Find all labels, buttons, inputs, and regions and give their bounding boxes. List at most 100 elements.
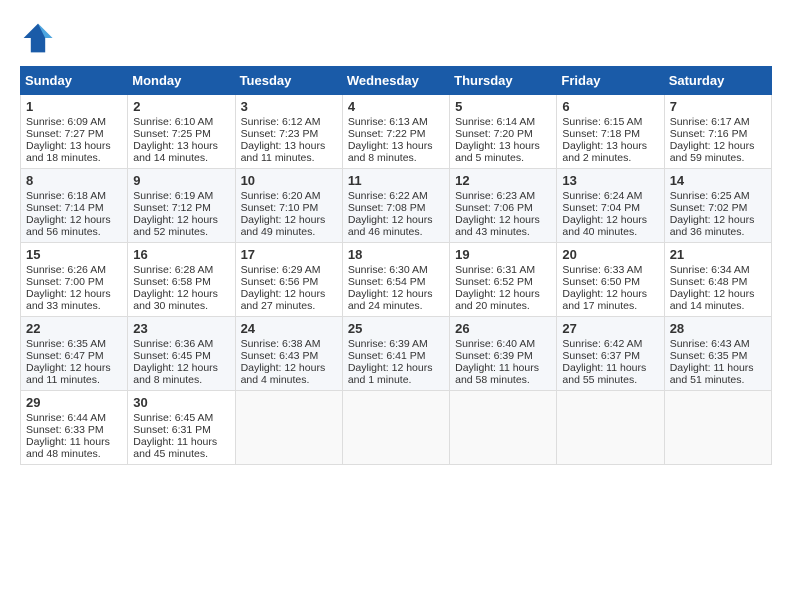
daylight-text: Daylight: 12 hours and 14 minutes. — [670, 288, 755, 312]
day-number: 24 — [241, 321, 337, 336]
day-of-week-header: Monday — [128, 67, 235, 95]
sunrise-text: Sunrise: 6:19 AM — [133, 190, 213, 202]
calendar-cell: 19Sunrise: 6:31 AMSunset: 6:52 PMDayligh… — [450, 243, 557, 317]
sunrise-text: Sunrise: 6:26 AM — [26, 264, 106, 276]
calendar-cell — [342, 391, 449, 465]
sunset-text: Sunset: 6:54 PM — [348, 276, 426, 288]
calendar-cell: 9Sunrise: 6:19 AMSunset: 7:12 PMDaylight… — [128, 169, 235, 243]
sunrise-text: Sunrise: 6:13 AM — [348, 116, 428, 128]
calendar-table: SundayMondayTuesdayWednesdayThursdayFrid… — [20, 66, 772, 465]
calendar-cell: 23Sunrise: 6:36 AMSunset: 6:45 PMDayligh… — [128, 317, 235, 391]
calendar-cell: 12Sunrise: 6:23 AMSunset: 7:06 PMDayligh… — [450, 169, 557, 243]
calendar-cell: 14Sunrise: 6:25 AMSunset: 7:02 PMDayligh… — [664, 169, 771, 243]
calendar-cell: 29Sunrise: 6:44 AMSunset: 6:33 PMDayligh… — [21, 391, 128, 465]
day-number: 29 — [26, 395, 122, 410]
day-number: 2 — [133, 99, 229, 114]
sunrise-text: Sunrise: 6:40 AM — [455, 338, 535, 350]
day-number: 19 — [455, 247, 551, 262]
daylight-text: Daylight: 12 hours and 33 minutes. — [26, 288, 111, 312]
daylight-text: Daylight: 12 hours and 40 minutes. — [562, 214, 647, 238]
sunrise-text: Sunrise: 6:39 AM — [348, 338, 428, 350]
sunrise-text: Sunrise: 6:31 AM — [455, 264, 535, 276]
calendar-cell: 24Sunrise: 6:38 AMSunset: 6:43 PMDayligh… — [235, 317, 342, 391]
day-number: 17 — [241, 247, 337, 262]
calendar-cell: 6Sunrise: 6:15 AMSunset: 7:18 PMDaylight… — [557, 95, 664, 169]
sunset-text: Sunset: 7:25 PM — [133, 128, 211, 140]
sunset-text: Sunset: 6:50 PM — [562, 276, 640, 288]
sunset-text: Sunset: 6:48 PM — [670, 276, 748, 288]
calendar-header-row: SundayMondayTuesdayWednesdayThursdayFrid… — [21, 67, 772, 95]
sunrise-text: Sunrise: 6:35 AM — [26, 338, 106, 350]
calendar-cell: 28Sunrise: 6:43 AMSunset: 6:35 PMDayligh… — [664, 317, 771, 391]
calendar-cell: 30Sunrise: 6:45 AMSunset: 6:31 PMDayligh… — [128, 391, 235, 465]
calendar-cell: 3Sunrise: 6:12 AMSunset: 7:23 PMDaylight… — [235, 95, 342, 169]
daylight-text: Daylight: 12 hours and 43 minutes. — [455, 214, 540, 238]
day-number: 8 — [26, 173, 122, 188]
day-number: 16 — [133, 247, 229, 262]
calendar-cell: 7Sunrise: 6:17 AMSunset: 7:16 PMDaylight… — [664, 95, 771, 169]
daylight-text: Daylight: 12 hours and 11 minutes. — [26, 362, 111, 386]
daylight-text: Daylight: 13 hours and 5 minutes. — [455, 140, 540, 164]
sunrise-text: Sunrise: 6:18 AM — [26, 190, 106, 202]
sunset-text: Sunset: 7:22 PM — [348, 128, 426, 140]
sunrise-text: Sunrise: 6:28 AM — [133, 264, 213, 276]
day-number: 15 — [26, 247, 122, 262]
daylight-text: Daylight: 12 hours and 49 minutes. — [241, 214, 326, 238]
page-header — [20, 20, 772, 56]
day-number: 23 — [133, 321, 229, 336]
sunset-text: Sunset: 6:35 PM — [670, 350, 748, 362]
sunset-text: Sunset: 6:37 PM — [562, 350, 640, 362]
daylight-text: Daylight: 12 hours and 27 minutes. — [241, 288, 326, 312]
daylight-text: Daylight: 11 hours and 58 minutes. — [455, 362, 539, 386]
calendar-week-row: 15Sunrise: 6:26 AMSunset: 7:00 PMDayligh… — [21, 243, 772, 317]
sunset-text: Sunset: 7:08 PM — [348, 202, 426, 214]
day-of-week-header: Sunday — [21, 67, 128, 95]
daylight-text: Daylight: 13 hours and 2 minutes. — [562, 140, 647, 164]
day-number: 10 — [241, 173, 337, 188]
sunrise-text: Sunrise: 6:36 AM — [133, 338, 213, 350]
day-of-week-header: Friday — [557, 67, 664, 95]
sunset-text: Sunset: 7:12 PM — [133, 202, 211, 214]
sunset-text: Sunset: 6:58 PM — [133, 276, 211, 288]
daylight-text: Daylight: 13 hours and 8 minutes. — [348, 140, 433, 164]
sunrise-text: Sunrise: 6:15 AM — [562, 116, 642, 128]
daylight-text: Daylight: 13 hours and 18 minutes. — [26, 140, 111, 164]
calendar-cell: 25Sunrise: 6:39 AMSunset: 6:41 PMDayligh… — [342, 317, 449, 391]
calendar-cell: 15Sunrise: 6:26 AMSunset: 7:00 PMDayligh… — [21, 243, 128, 317]
sunrise-text: Sunrise: 6:17 AM — [670, 116, 750, 128]
day-number: 28 — [670, 321, 766, 336]
sunrise-text: Sunrise: 6:30 AM — [348, 264, 428, 276]
sunset-text: Sunset: 6:41 PM — [348, 350, 426, 362]
daylight-text: Daylight: 12 hours and 30 minutes. — [133, 288, 218, 312]
day-number: 14 — [670, 173, 766, 188]
sunrise-text: Sunrise: 6:12 AM — [241, 116, 321, 128]
daylight-text: Daylight: 12 hours and 4 minutes. — [241, 362, 326, 386]
daylight-text: Daylight: 11 hours and 51 minutes. — [670, 362, 754, 386]
calendar-cell — [235, 391, 342, 465]
day-of-week-header: Saturday — [664, 67, 771, 95]
sunset-text: Sunset: 7:04 PM — [562, 202, 640, 214]
day-number: 18 — [348, 247, 444, 262]
day-number: 25 — [348, 321, 444, 336]
sunrise-text: Sunrise: 6:33 AM — [562, 264, 642, 276]
calendar-cell: 16 Sunrise: 6:28 AMSunset: 6:58 PMDayligh… — [128, 243, 235, 317]
day-of-week-header: Tuesday — [235, 67, 342, 95]
sunset-text: Sunset: 6:39 PM — [455, 350, 533, 362]
day-number: 21 — [670, 247, 766, 262]
day-number: 3 — [241, 99, 337, 114]
sunset-text: Sunset: 6:56 PM — [241, 276, 319, 288]
day-number: 13 — [562, 173, 658, 188]
sunset-text: Sunset: 6:47 PM — [26, 350, 104, 362]
sunset-text: Sunset: 7:16 PM — [670, 128, 748, 140]
calendar-cell — [664, 391, 771, 465]
daylight-text: Daylight: 12 hours and 36 minutes. — [670, 214, 755, 238]
day-number: 30 — [133, 395, 229, 410]
sunrise-text: Sunrise: 6:14 AM — [455, 116, 535, 128]
daylight-text: Daylight: 13 hours and 11 minutes. — [241, 140, 326, 164]
daylight-text: Daylight: 12 hours and 8 minutes. — [133, 362, 218, 386]
sunrise-text: Sunrise: 6:38 AM — [241, 338, 321, 350]
calendar-cell: 1Sunrise: 6:09 AMSunset: 7:27 PMDaylight… — [21, 95, 128, 169]
daylight-text: Daylight: 12 hours and 24 minutes. — [348, 288, 433, 312]
calendar-cell — [557, 391, 664, 465]
day-number: 9 — [133, 173, 229, 188]
